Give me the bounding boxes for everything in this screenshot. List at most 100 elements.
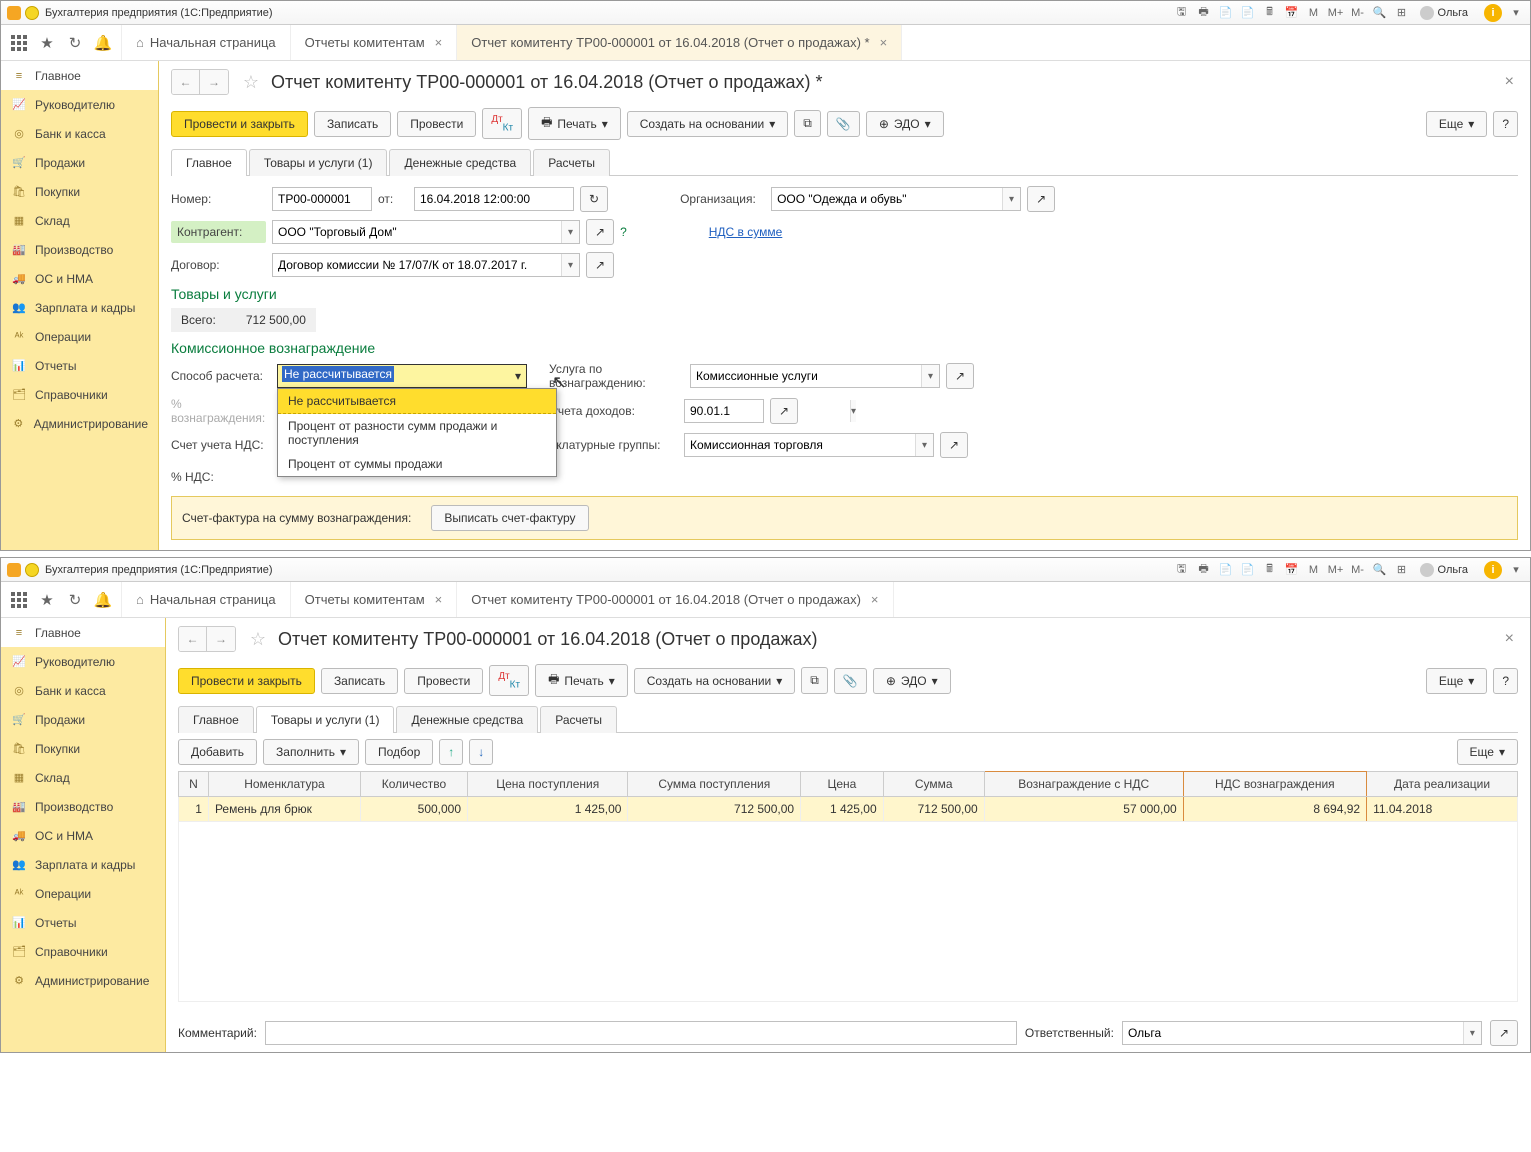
print-button[interactable]: 🖶Печать▾ bbox=[535, 664, 628, 697]
chevron-down-icon[interactable]: ▾ bbox=[510, 365, 526, 387]
tab-document[interactable]: Отчет комитенту ТР00-000001 от 16.04.201… bbox=[457, 25, 902, 60]
open-partner-button[interactable]: ↗ bbox=[586, 219, 614, 245]
sidebar-item-production[interactable]: 🏭Производство bbox=[1, 235, 158, 264]
save-button[interactable]: Записать bbox=[314, 111, 391, 137]
info-icon[interactable]: i bbox=[1484, 561, 1502, 579]
tab-document[interactable]: Отчет комитенту ТР00-000001 от 16.04.201… bbox=[457, 582, 893, 617]
form-tab-goods[interactable]: Товары и услуги (1) bbox=[249, 149, 388, 176]
chevron-down-icon[interactable]: ▾ bbox=[561, 221, 579, 243]
col-qty[interactable]: Количество bbox=[360, 772, 467, 797]
sidebar-item-warehouse[interactable]: ▦Склад bbox=[1, 206, 158, 235]
sidebar-item-warehouse[interactable]: ▦Склад bbox=[1, 763, 165, 792]
form-close-button[interactable]: × bbox=[1501, 69, 1518, 95]
post-button[interactable]: Провести bbox=[404, 668, 483, 694]
sidebar-item-bank[interactable]: ◎Банк и касса bbox=[1, 676, 165, 705]
chevron-down-icon[interactable]: ▾ bbox=[1002, 188, 1020, 210]
doc-icon[interactable]: 📄 bbox=[1218, 5, 1234, 21]
chevron-down-icon[interactable]: ▾ bbox=[1463, 1022, 1481, 1044]
sidebar-item-payroll[interactable]: 👥Зарплата и кадры bbox=[1, 850, 165, 879]
favorite-icon[interactable]: ★ bbox=[33, 29, 61, 57]
sidebar-item-operations[interactable]: ᴬᵏОперации bbox=[1, 879, 165, 908]
comment-input[interactable] bbox=[265, 1021, 1017, 1045]
cell-sum-in[interactable]: 712 500,00 bbox=[628, 797, 801, 822]
close-icon[interactable]: × bbox=[871, 592, 879, 607]
chevron-down-icon[interactable]: ▾ bbox=[561, 254, 579, 276]
dt-kt-button[interactable]: ДтКт bbox=[489, 665, 529, 696]
create-based-button[interactable]: Создать на основании▾ bbox=[634, 668, 796, 694]
open-resp-button[interactable]: ↗ bbox=[1490, 1020, 1518, 1046]
sidebar-item-main[interactable]: ≡Главное bbox=[1, 61, 158, 90]
open-contract-button[interactable]: ↗ bbox=[586, 252, 614, 278]
resp-input[interactable]: ▾ bbox=[1122, 1021, 1482, 1045]
col-sum[interactable]: Сумма bbox=[883, 772, 984, 797]
tab-reports[interactable]: Отчеты комитентам× bbox=[291, 582, 458, 617]
form-tab-goods[interactable]: Товары и услуги (1) bbox=[256, 706, 395, 733]
forward-button[interactable]: → bbox=[207, 627, 235, 651]
calendar-icon[interactable]: 📅 bbox=[1284, 5, 1300, 21]
cell-sum[interactable]: 712 500,00 bbox=[883, 797, 984, 822]
m-plus-button[interactable]: M+ bbox=[1328, 562, 1344, 578]
m-minus-button[interactable]: M- bbox=[1350, 562, 1366, 578]
print-icon[interactable]: 🖶 bbox=[1196, 562, 1212, 578]
sidebar-item-sales[interactable]: 🛒Продажи bbox=[1, 705, 165, 734]
date-input[interactable]: 📅 bbox=[414, 187, 574, 211]
col-sum-in[interactable]: Сумма поступления bbox=[628, 772, 801, 797]
structure-button[interactable]: ⧉ bbox=[801, 667, 828, 694]
m-button[interactable]: M bbox=[1306, 562, 1322, 578]
chevron-down-icon[interactable]: ▾ bbox=[921, 365, 939, 387]
favorite-icon[interactable]: ★ bbox=[33, 586, 61, 614]
cell-price[interactable]: 1 425,00 bbox=[801, 797, 884, 822]
star-icon[interactable]: ☆ bbox=[239, 70, 263, 94]
edo-button[interactable]: ⊕ЭДО▾ bbox=[873, 668, 951, 694]
method-dropdown[interactable]: Не рассчитывается ▾ Не рассчитывается Пр… bbox=[277, 364, 527, 388]
star-icon[interactable]: ☆ bbox=[246, 627, 270, 651]
m-plus-button[interactable]: M+ bbox=[1328, 5, 1344, 21]
method-option-0[interactable]: Не рассчитывается bbox=[278, 389, 556, 414]
open-org-button[interactable]: ↗ bbox=[1027, 186, 1055, 212]
add-row-button[interactable]: Добавить bbox=[178, 739, 257, 765]
layout-icon[interactable]: ⊞ bbox=[1394, 562, 1410, 578]
partner-help-button[interactable]: ? bbox=[620, 225, 627, 239]
sidebar-item-assets[interactable]: 🚚ОС и НМА bbox=[1, 264, 158, 293]
save-icon[interactable]: 🖫 bbox=[1174, 5, 1190, 21]
sidebar-item-admin[interactable]: ⚙Администрирование bbox=[1, 409, 158, 438]
contract-input[interactable]: ▾ bbox=[272, 253, 580, 277]
menu-icon[interactable]: ▾ bbox=[1508, 5, 1524, 21]
sidebar-item-catalogs[interactable]: 🗂Справочники bbox=[1, 380, 158, 409]
structure-button[interactable]: ⧉ bbox=[794, 110, 821, 137]
dt-kt-button[interactable]: ДтКт bbox=[482, 108, 522, 139]
post-close-button[interactable]: Провести и закрыть bbox=[178, 668, 315, 694]
sidebar-item-bank[interactable]: ◎Банк и касса bbox=[1, 119, 158, 148]
save-icon[interactable]: 🖫 bbox=[1174, 562, 1190, 578]
income-acc-input[interactable]: ▾ bbox=[684, 399, 764, 423]
goods-grid[interactable]: N Номенклатура Количество Цена поступлен… bbox=[178, 771, 1518, 1002]
nomen-group-input[interactable]: ▾ bbox=[684, 433, 934, 457]
open-service-button[interactable]: ↗ bbox=[946, 363, 974, 389]
calc-icon[interactable]: 🖩 bbox=[1262, 5, 1278, 21]
chevron-down-icon[interactable]: ▾ bbox=[915, 434, 933, 456]
doc-icon[interactable]: 📄 bbox=[1218, 562, 1234, 578]
cell-date[interactable]: 11.04.2018 bbox=[1367, 797, 1518, 822]
close-icon[interactable]: × bbox=[880, 35, 888, 50]
sidebar-item-reports[interactable]: 📊Отчеты bbox=[1, 351, 158, 380]
method-option-2[interactable]: Процент от суммы продажи bbox=[278, 452, 556, 476]
apps-icon[interactable] bbox=[5, 586, 33, 614]
pick-button[interactable]: Подбор bbox=[365, 739, 433, 765]
m-button[interactable]: M bbox=[1306, 5, 1322, 21]
form-tab-calc[interactable]: Расчеты bbox=[540, 706, 617, 733]
user-chip[interactable]: Ольга bbox=[1416, 6, 1472, 20]
col-nds-commission[interactable]: НДС вознаграждения bbox=[1183, 772, 1366, 797]
form-tab-cash[interactable]: Денежные средства bbox=[396, 706, 538, 733]
method-option-1[interactable]: Процент от разности сумм продажи и посту… bbox=[278, 414, 556, 452]
sidebar-item-assets[interactable]: 🚚ОС и НМА bbox=[1, 821, 165, 850]
cell-qty[interactable]: 500,000 bbox=[360, 797, 467, 822]
form-tab-cash[interactable]: Денежные средства bbox=[389, 149, 531, 176]
service-input[interactable]: ▾ bbox=[690, 364, 940, 388]
col-price[interactable]: Цена bbox=[801, 772, 884, 797]
open-nomen-group-button[interactable]: ↗ bbox=[940, 432, 968, 458]
col-nomen[interactable]: Номенклатура bbox=[208, 772, 360, 797]
forward-button[interactable]: → bbox=[200, 70, 228, 94]
sidebar-item-purchases[interactable]: 🛍Покупки bbox=[1, 734, 165, 763]
form-tab-main[interactable]: Главное bbox=[178, 706, 254, 733]
refresh-date-button[interactable]: ↻ bbox=[580, 186, 608, 212]
